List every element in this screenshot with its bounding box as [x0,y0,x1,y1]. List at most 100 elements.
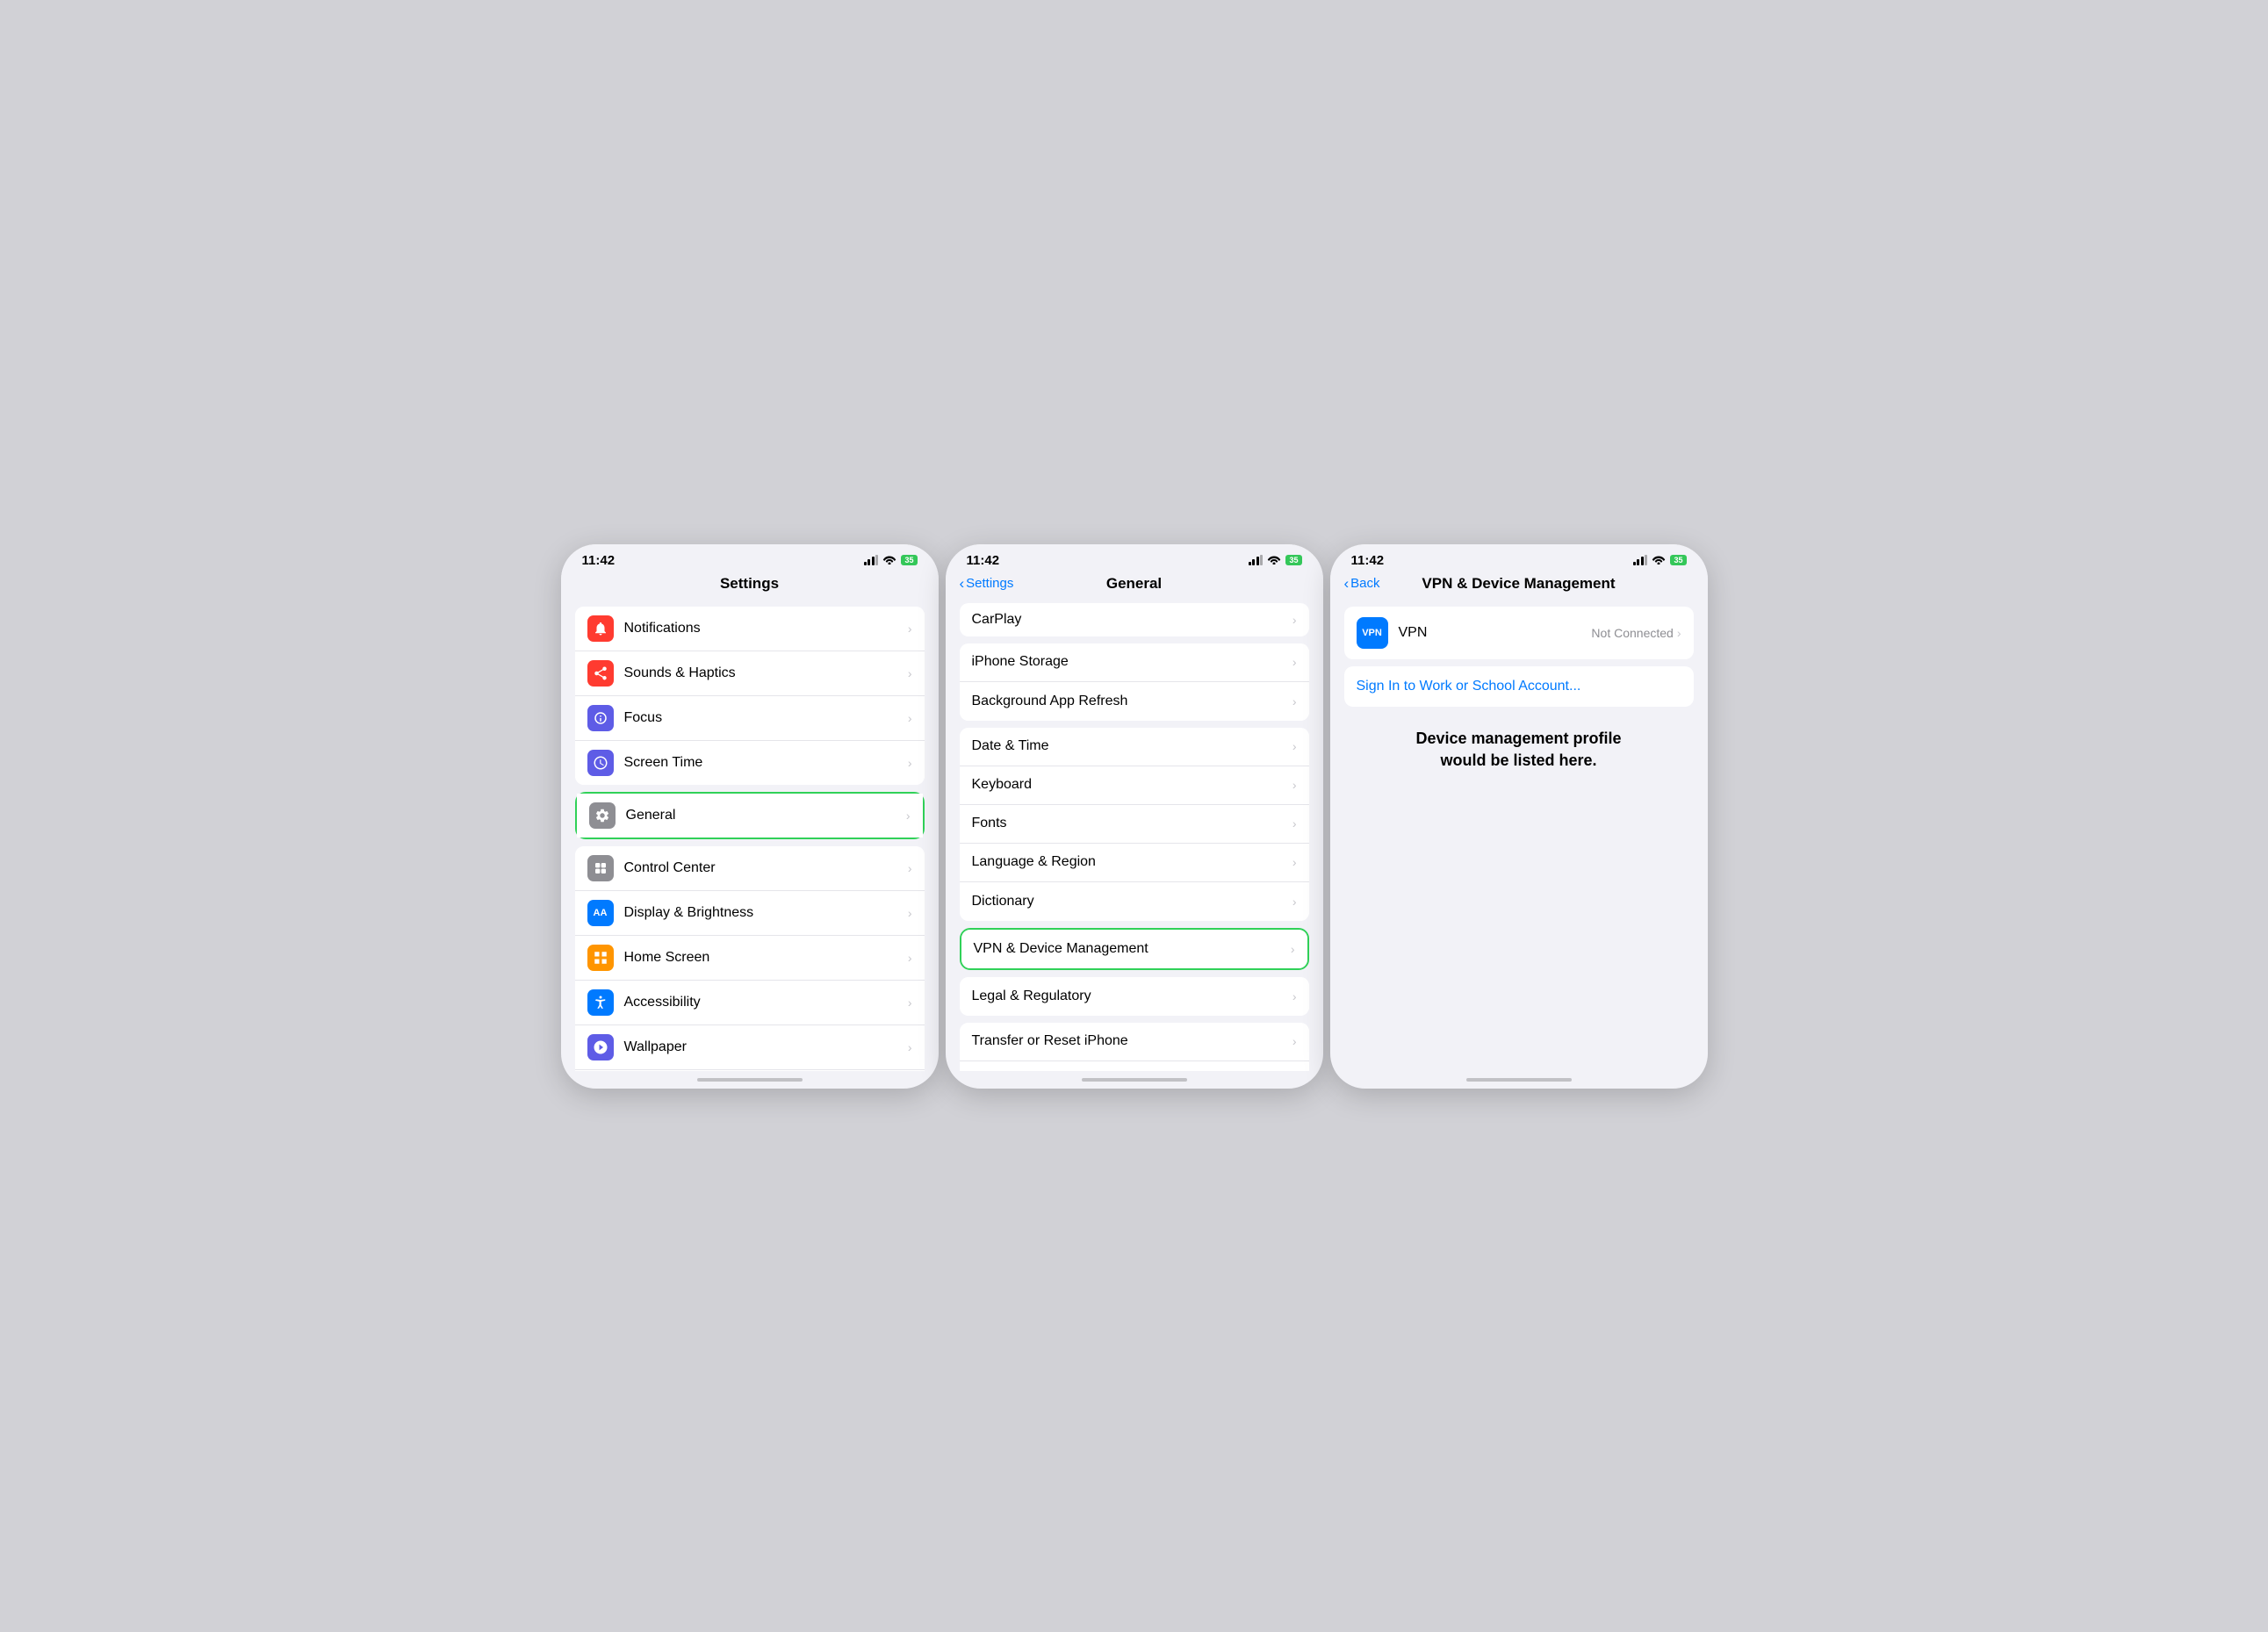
dictionary-item[interactable]: Dictionary › [960,882,1309,921]
notifications-icon [587,615,614,642]
time-2: 11:42 [967,553,1000,568]
general-title: General [1106,575,1162,593]
general-section-1: iPhone Storage › Background App Refresh … [960,643,1309,721]
back-label-3: Back [1350,576,1379,591]
sidebar-item-focus[interactable]: Focus › [575,696,925,741]
wallpaper-label: Wallpaper [624,1039,908,1055]
sidebar-item-screen-time[interactable]: Screen Time › [575,741,925,785]
sign-in-text: Sign In to Work or School Account... [1357,679,1581,694]
status-icons-1: 35 [864,554,918,567]
wallpaper-icon [587,1034,614,1060]
notifications-label: Notifications [624,621,908,636]
dictionary-chevron: › [1292,895,1297,909]
vpn-item[interactable]: VPN VPN Not Connected › [1344,607,1694,659]
battery-icon-3: 35 [1670,555,1686,565]
wallpaper-chevron: › [908,1040,912,1054]
vpn-device-label: VPN & Device Management [974,941,1291,957]
date-time-label: Date & Time [972,738,1292,754]
iphone-storage-label: iPhone Storage [972,654,1292,670]
date-time-item[interactable]: Date & Time › [960,728,1309,766]
sign-in-item[interactable]: Sign In to Work or School Account... [1344,666,1694,707]
carplay-item[interactable]: CarPlay › [960,603,1309,636]
language-label: Language & Region [972,854,1292,870]
general-icon [589,802,616,829]
settings-nav: Settings [561,572,939,600]
control-center-icon [587,855,614,881]
vpn-logo: VPN [1357,617,1388,649]
sidebar-item-home-screen[interactable]: Home Screen › [575,936,925,981]
signal-icon-1 [864,555,879,565]
home-screen-chevron: › [908,951,912,965]
sidebar-item-general[interactable]: General › [577,794,923,838]
status-icons-2: 35 [1249,554,1302,567]
keyboard-chevron: › [1292,778,1297,792]
general-section-4: Transfer or Reset iPhone › Shut Down [960,1023,1309,1071]
legal-chevron: › [1292,989,1297,1003]
focus-chevron: › [908,711,912,725]
accessibility-icon [587,989,614,1016]
general-highlight-border: General › [575,792,925,839]
wifi-icon-3 [1652,554,1666,567]
screen-time-label: Screen Time [624,755,908,771]
sidebar-item-notifications[interactable]: Notifications › [575,607,925,651]
screen-time-chevron: › [908,756,912,770]
status-bar-2: 11:42 35 [946,544,1323,572]
transfer-reset-chevron: › [1292,1034,1297,1048]
language-item[interactable]: Language & Region › [960,844,1309,882]
sidebar-item-sounds[interactable]: Sounds & Haptics › [575,651,925,696]
sidebar-item-control-center[interactable]: Control Center › [575,846,925,891]
sounds-icon [587,660,614,687]
general-nav: ‹ Settings General [946,572,1323,600]
fonts-item[interactable]: Fonts › [960,805,1309,844]
vpn-chevron: › [1677,626,1681,640]
section-2: Control Center › AA Display & Brightness… [575,846,925,1071]
device-mgmt-section: Device management profilewould be listed… [1344,728,1694,772]
fonts-chevron: › [1292,816,1297,830]
carplay-label: CarPlay [972,612,1292,628]
sidebar-item-accessibility[interactable]: Accessibility › [575,981,925,1025]
screens-container: 11:42 35 Settings [547,530,1722,1103]
vpn-device-chevron: › [1291,942,1295,956]
vpn-logo-text: VPN [1362,628,1382,638]
sidebar-item-display[interactable]: AA Display & Brightness › [575,891,925,936]
time-1: 11:42 [582,553,616,568]
back-chevron-3: ‹ [1344,576,1350,591]
time-3: 11:42 [1351,553,1385,568]
device-mgmt-text: Device management profilewould be listed… [1415,728,1621,772]
back-to-general[interactable]: ‹ Back [1344,576,1380,591]
legal-label: Legal & Regulatory [972,989,1292,1004]
home-indicator-3 [1330,1071,1708,1089]
iphone-storage-item[interactable]: iPhone Storage › [960,643,1309,682]
sidebar-item-siri[interactable]: Siri & Search › [575,1070,925,1071]
vpn-device-item[interactable]: VPN & Device Management › [961,930,1307,968]
shutdown-item[interactable]: Shut Down [960,1061,1309,1071]
keyboard-item[interactable]: Keyboard › [960,766,1309,805]
vpn-device-highlight: VPN & Device Management › [960,928,1309,970]
date-time-chevron: › [1292,739,1297,753]
home-screen-label: Home Screen [624,950,908,966]
accessibility-label: Accessibility [624,995,908,1010]
back-chevron-2: ‹ [960,576,965,591]
section-1: Notifications › Sounds & Haptics › Focus… [575,607,925,785]
sounds-label: Sounds & Haptics [624,665,908,681]
home-indicator-2 [946,1071,1323,1089]
status-bar-3: 11:42 35 [1330,544,1708,572]
control-center-chevron: › [908,861,912,875]
sidebar-item-wallpaper[interactable]: Wallpaper › [575,1025,925,1070]
vpn-section: VPN VPN Not Connected › [1344,607,1694,659]
background-refresh-chevron: › [1292,694,1297,708]
sounds-chevron: › [908,666,912,680]
background-refresh-label: Background App Refresh [972,694,1292,709]
general-content: CarPlay › iPhone Storage › Background Ap… [946,600,1323,1071]
legal-item[interactable]: Legal & Regulatory › [960,977,1309,1016]
vpn-nav: ‹ Back VPN & Device Management [1330,572,1708,600]
wifi-icon-2 [1267,554,1281,567]
general-label: General [626,808,906,823]
display-chevron: › [908,906,912,920]
vpn-status: Not Connected [1591,626,1673,640]
focus-icon [587,705,614,731]
home-indicator-1 [561,1071,939,1089]
back-to-settings[interactable]: ‹ Settings [960,576,1014,591]
background-refresh-item[interactable]: Background App Refresh › [960,682,1309,721]
transfer-reset-item[interactable]: Transfer or Reset iPhone › [960,1023,1309,1061]
